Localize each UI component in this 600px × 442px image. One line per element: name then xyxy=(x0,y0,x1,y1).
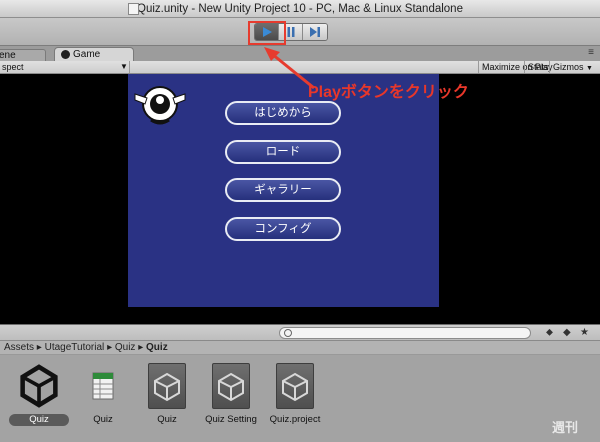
start-game-button[interactable]: はじめから xyxy=(225,101,341,125)
filter-type-icon[interactable]: ⬥ xyxy=(546,327,553,338)
game-controller-icon xyxy=(61,50,70,59)
star-icon[interactable]: ★ xyxy=(580,327,589,338)
search-icon xyxy=(284,329,292,337)
stats-label: Stats xyxy=(528,62,549,72)
asset-quiz-spreadsheet[interactable]: Quiz xyxy=(67,363,139,426)
config-button[interactable]: コンフィグ xyxy=(225,217,341,241)
asset-quiz-project[interactable]: Quiz.project xyxy=(259,363,331,426)
unity-asset-icon xyxy=(212,363,250,409)
unity-asset-icon xyxy=(148,363,186,409)
panel-menu-icon[interactable]: ≡ xyxy=(588,47,594,58)
asset-quiz-prefab[interactable]: Quiz xyxy=(131,363,203,426)
watermark: 週刊 xyxy=(551,420,578,435)
game-logo-emblem xyxy=(134,86,186,125)
asset-label: Quiz.project xyxy=(269,414,321,425)
aspect-dropdown[interactable]: spect ▼ xyxy=(0,61,130,73)
window-titlebar: Quiz.unity - New Unity Project 10 - PC, … xyxy=(0,0,600,18)
asset-quiz-scene[interactable]: Quiz xyxy=(3,363,75,426)
tag-icon[interactable]: ◆ xyxy=(563,327,571,338)
asset-label: Quiz xyxy=(93,414,113,425)
step-button[interactable] xyxy=(303,24,327,40)
play-highlight-box xyxy=(248,21,286,45)
breadcrumb-separator-icon: ▸ xyxy=(138,342,147,353)
step-icon xyxy=(310,27,320,37)
asset-label: Quiz xyxy=(157,414,177,425)
game-view: はじめから ロード ギャラリー コンフィグ xyxy=(0,74,600,324)
document-icon xyxy=(128,3,139,15)
breadcrumb-assets[interactable]: Assets xyxy=(4,342,34,353)
config-label: コンフィグ xyxy=(254,223,312,235)
asset-quiz-setting[interactable]: Quiz Setting xyxy=(195,363,267,426)
load-label: ロード xyxy=(265,146,301,158)
load-button[interactable]: ロード xyxy=(225,140,341,164)
asset-label: Quiz xyxy=(9,414,69,426)
unity-scene-icon xyxy=(19,363,59,409)
tab-scene-label: ene xyxy=(0,50,16,61)
gallery-button[interactable]: ギャラリー xyxy=(225,178,341,202)
breadcrumb-utagetutorial[interactable]: UtageTutorial xyxy=(45,342,105,353)
breadcrumb-separator-icon: ▸ xyxy=(36,342,45,353)
chevron-down-icon: ▼ xyxy=(586,65,593,72)
project-search-input[interactable] xyxy=(279,327,531,339)
pause-icon xyxy=(287,27,294,37)
stats-toggle[interactable]: Stats xyxy=(524,61,552,73)
aspect-label: spect xyxy=(2,62,24,72)
game-canvas: はじめから ロード ギャラリー コンフィグ xyxy=(128,74,439,307)
tab-scene[interactable]: ene xyxy=(0,49,46,61)
breadcrumb-quiz[interactable]: Quiz xyxy=(115,342,136,353)
breadcrumb-separator-icon: ▸ xyxy=(107,342,115,353)
asset-grid: Quiz Quiz Quiz Quiz Setting Quiz.project… xyxy=(0,355,600,442)
breadcrumb-current: Quiz xyxy=(146,342,168,353)
gizmos-label: Gizmos xyxy=(553,62,584,72)
gizmos-dropdown[interactable]: Gizmos ▼ xyxy=(549,61,596,73)
window-title: Quiz.unity - New Unity Project 10 - PC, … xyxy=(137,3,463,15)
breadcrumb: Assets ▸ UtageTutorial ▸ Quiz ▸ Quiz xyxy=(0,341,600,355)
project-toolbar: ⬥ ◆ ★ xyxy=(0,324,600,341)
tab-game[interactable]: Game xyxy=(54,47,134,61)
asset-label: Quiz Setting xyxy=(205,414,257,425)
main-toolbar xyxy=(0,18,600,46)
chevron-down-icon: ▼ xyxy=(120,62,128,71)
annotation-text: Playボタンをクリック xyxy=(308,84,469,101)
tab-game-label: Game xyxy=(73,49,101,60)
spreadsheet-icon xyxy=(83,363,123,409)
unity-asset-icon xyxy=(276,363,314,409)
start-game-label: はじめから xyxy=(254,107,312,119)
gallery-label: ギャラリー xyxy=(254,184,312,196)
